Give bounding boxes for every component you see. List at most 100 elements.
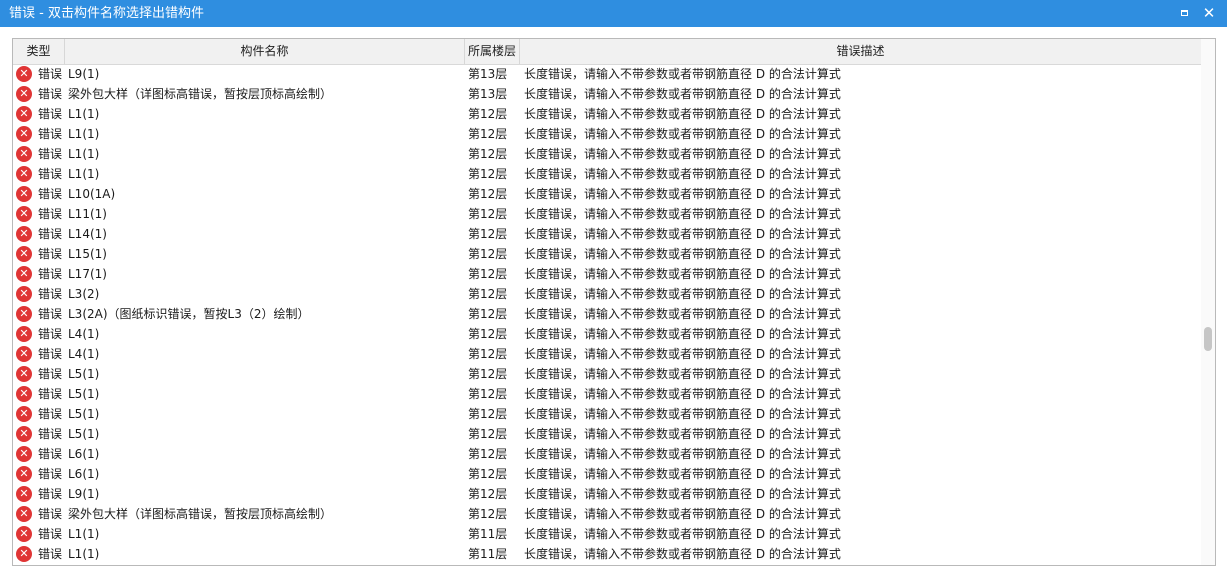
list-item[interactable]: ✕ 错误 L6(1) 第12层 长度错误，请输入不带参数或者带钢筋直径 D 的合法计算式 bbox=[13, 464, 1201, 484]
list-header: 类型 构件名称 所属楼层 错误描述 bbox=[13, 39, 1201, 65]
item-floor: 第12层 bbox=[468, 447, 508, 461]
item-name[interactable]: L5(1) bbox=[68, 367, 99, 381]
item-name[interactable]: L1(1) bbox=[68, 147, 99, 161]
item-name[interactable]: L1(1) bbox=[68, 547, 99, 561]
list-item[interactable]: ✕ 错误 L11(1) 第12层 长度错误，请输入不带参数或者带钢筋直径 D 的合法计算… bbox=[13, 204, 1201, 224]
list-item[interactable]: ✕ 错误 L3(2A)（图纸标识错误，暂按L3（2）绘制） 第12层 长度错误，请输入不… bbox=[13, 304, 1201, 324]
list-item[interactable]: ✕ 错误 L5(1) 第12层 长度错误，请输入不带参数或者带钢筋直径 D 的合法计算式 bbox=[13, 404, 1201, 424]
item-description: 长度错误，请输入不带参数或者带钢筋直径 D 的合法计算式 bbox=[524, 267, 841, 281]
list-item[interactable]: ✕ 错误 L9(1) 第12层 长度错误，请输入不带参数或者带钢筋直径 D 的合法计算式 bbox=[13, 484, 1201, 504]
list-item[interactable]: ✕ 错误 L15(1) 第12层 长度错误，请输入不带参数或者带钢筋直径 D 的合法计算… bbox=[13, 244, 1201, 264]
item-description: 长度错误，请输入不带参数或者带钢筋直径 D 的合法计算式 bbox=[524, 467, 841, 481]
item-name[interactable]: L3(2) bbox=[68, 287, 99, 301]
list-item[interactable]: ✕ 错误 L9(1) 第13层 长度错误，请输入不带参数或者带钢筋直径 D 的合法计算式 bbox=[13, 64, 1201, 84]
item-name[interactable]: 梁外包大样（详图标高错误，暂按层顶标高绘制） bbox=[68, 507, 332, 521]
item-name[interactable]: L5(1) bbox=[68, 387, 99, 401]
item-name[interactable]: L6(1) bbox=[68, 467, 99, 481]
column-header-name[interactable]: 构件名称 bbox=[65, 39, 465, 64]
item-type: 错误 bbox=[38, 507, 63, 521]
list-item[interactable]: ✕ 错误 L5(1) 第12层 长度错误，请输入不带参数或者带钢筋直径 D 的合法计算式 bbox=[13, 384, 1201, 404]
item-type: 错误 bbox=[38, 367, 63, 381]
error-icon: ✕ bbox=[16, 506, 32, 522]
list-item[interactable]: ✕ 错误 L1(1) 第12层 长度错误，请输入不带参数或者带钢筋直径 D 的合法计算式 bbox=[13, 104, 1201, 124]
item-floor: 第12层 bbox=[468, 227, 508, 241]
list-item[interactable]: ✕ 错误 L1(1) 第11层 长度错误，请输入不带参数或者带钢筋直径 D 的合法计算式 bbox=[13, 544, 1201, 564]
scrollbar-thumb[interactable] bbox=[1204, 327, 1212, 351]
item-description: 长度错误，请输入不带参数或者带钢筋直径 D 的合法计算式 bbox=[524, 547, 841, 561]
column-header-type[interactable]: 类型 bbox=[13, 39, 65, 64]
item-name[interactable]: L6(1) bbox=[68, 447, 99, 461]
list-item[interactable]: ✕ 错误 L10(1A) 第12层 长度错误，请输入不带参数或者带钢筋直径 D 的合法计… bbox=[13, 184, 1201, 204]
item-name[interactable]: L3(2A)（图纸标识错误，暂按L3（2）绘制） bbox=[68, 307, 309, 321]
item-type: 错误 bbox=[38, 187, 63, 201]
list-item[interactable]: ✕ 错误 梁外包大样（详图标高错误，暂按层顶标高绘制） 第12层 长度错误，请输入不带参… bbox=[13, 504, 1201, 524]
maximize-icon bbox=[1180, 10, 1188, 16]
item-name[interactable]: L14(1) bbox=[68, 227, 107, 241]
item-type: 错误 bbox=[38, 227, 63, 241]
list-item[interactable]: ✕ 错误 L5(1) 第12层 长度错误，请输入不带参数或者带钢筋直径 D 的合法计算式 bbox=[13, 424, 1201, 444]
list-item[interactable]: ✕ 错误 L1(1) 第11层 长度错误，请输入不带参数或者带钢筋直径 D 的合法计算式 bbox=[13, 524, 1201, 544]
list-item[interactable]: ✕ 错误 L14(1) 第12层 长度错误，请输入不带参数或者带钢筋直径 D 的合法计算… bbox=[13, 224, 1201, 244]
item-floor: 第12层 bbox=[468, 327, 508, 341]
item-type: 错误 bbox=[38, 147, 63, 161]
item-name[interactable]: L15(1) bbox=[68, 247, 107, 261]
error-icon: ✕ bbox=[16, 426, 32, 442]
item-name[interactable]: L1(1) bbox=[68, 167, 99, 181]
item-floor: 第13层 bbox=[468, 87, 508, 101]
item-name[interactable]: L4(1) bbox=[68, 327, 99, 341]
error-icon: ✕ bbox=[16, 186, 32, 202]
list-item[interactable]: ✕ 错误 L1(1) 第12层 长度错误，请输入不带参数或者带钢筋直径 D 的合法计算式 bbox=[13, 164, 1201, 184]
maximize-button[interactable] bbox=[1175, 4, 1193, 22]
error-icon: ✕ bbox=[16, 326, 32, 342]
item-type: 错误 bbox=[38, 307, 63, 321]
item-type: 错误 bbox=[38, 407, 63, 421]
error-icon: ✕ bbox=[16, 166, 32, 182]
item-name[interactable]: L4(1) bbox=[68, 347, 99, 361]
item-type: 错误 bbox=[38, 447, 63, 461]
item-name[interactable]: L9(1) bbox=[68, 487, 99, 501]
item-name[interactable]: L5(1) bbox=[68, 407, 99, 421]
item-description: 长度错误，请输入不带参数或者带钢筋直径 D 的合法计算式 bbox=[524, 227, 841, 241]
vertical-scrollbar[interactable] bbox=[1201, 39, 1215, 565]
title-bar[interactable]: 错误 - 双击构件名称选择出错构件 ✕ bbox=[0, 0, 1227, 27]
list-item[interactable]: ✕ 错误 梁外包大样（详图标高错误，暂按层顶标高绘制） 第13层 长度错误，请输入不带参… bbox=[13, 84, 1201, 104]
column-header-description[interactable]: 错误描述 bbox=[520, 39, 1201, 64]
item-name[interactable]: L11(1) bbox=[68, 207, 107, 221]
item-type: 错误 bbox=[38, 87, 63, 101]
item-name[interactable]: L10(1A) bbox=[68, 187, 115, 201]
error-list[interactable]: 类型 构件名称 所属楼层 错误描述 ✕ 错误 L9(1) 第13层长度错误，请输入不带… bbox=[12, 38, 1216, 566]
error-icon: ✕ bbox=[16, 86, 32, 102]
item-name[interactable]: L9(1) bbox=[68, 67, 99, 81]
item-name[interactable]: 梁外包大样（详图标高错误，暂按层顶标高绘制） bbox=[68, 87, 332, 101]
item-floor: 第12层 bbox=[468, 507, 508, 521]
list-item[interactable]: ✕ 错误 L4(1) 第12层 长度错误，请输入不带参数或者带钢筋直径 D 的合法计算式 bbox=[13, 344, 1201, 364]
item-name[interactable]: L17(1) bbox=[68, 267, 107, 281]
error-icon: ✕ bbox=[16, 206, 32, 222]
item-floor: 第12层 bbox=[468, 147, 508, 161]
list-item[interactable]: ✕ 错误 L3(2) 第12层 长度错误，请输入不带参数或者带钢筋直径 D 的合法计算式 bbox=[13, 284, 1201, 304]
list-item[interactable]: ✕ 错误 L4(1) 第12层 长度错误，请输入不带参数或者带钢筋直径 D 的合法计算式 bbox=[13, 324, 1201, 344]
item-type: 错误 bbox=[38, 167, 63, 181]
list-item[interactable]: ✕ 错误 L1(1) 第12层 长度错误，请输入不带参数或者带钢筋直径 D 的合法计算式 bbox=[13, 144, 1201, 164]
item-description: 长度错误，请输入不带参数或者带钢筋直径 D 的合法计算式 bbox=[524, 247, 841, 261]
item-floor: 第12层 bbox=[468, 127, 508, 141]
column-header-floor[interactable]: 所属楼层 bbox=[465, 39, 520, 64]
item-description: 长度错误，请输入不带参数或者带钢筋直径 D 的合法计算式 bbox=[524, 287, 841, 301]
item-name[interactable]: L5(1) bbox=[68, 427, 99, 441]
item-name[interactable]: L1(1) bbox=[68, 127, 99, 141]
error-icon: ✕ bbox=[16, 286, 32, 302]
item-name[interactable]: L1(1) bbox=[68, 527, 99, 541]
list-item[interactable]: ✕ 错误 L6(1) 第12层 长度错误，请输入不带参数或者带钢筋直径 D 的合法计算式 bbox=[13, 444, 1201, 464]
item-floor: 第12层 bbox=[468, 487, 508, 501]
close-button[interactable]: ✕ bbox=[1200, 4, 1218, 22]
item-floor: 第12层 bbox=[468, 407, 508, 421]
error-icon: ✕ bbox=[16, 126, 32, 142]
item-name[interactable]: L1(1) bbox=[68, 107, 99, 121]
item-floor: 第11层 bbox=[468, 547, 508, 561]
list-item[interactable]: ✕ 错误 L1(1) 第12层 长度错误，请输入不带参数或者带钢筋直径 D 的合法计算式 bbox=[13, 124, 1201, 144]
list-item[interactable]: ✕ 错误 L17(1) 第12层 长度错误，请输入不带参数或者带钢筋直径 D 的合法计算… bbox=[13, 264, 1201, 284]
list-item[interactable]: ✕ 错误 L5(1) 第12层 长度错误，请输入不带参数或者带钢筋直径 D 的合法计算式 bbox=[13, 364, 1201, 384]
error-icon: ✕ bbox=[16, 366, 32, 382]
item-type: 错误 bbox=[38, 547, 63, 561]
item-floor: 第13层 bbox=[468, 67, 508, 81]
